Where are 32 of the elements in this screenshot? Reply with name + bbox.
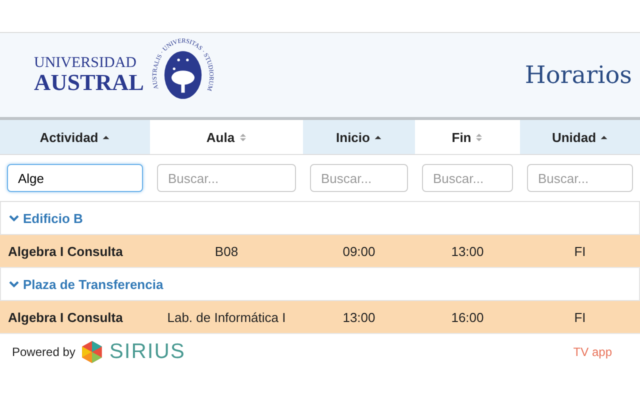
table-cell: Lab. de Informática I — [167, 310, 286, 324]
column-header[interactable]: Unidad — [520, 120, 640, 154]
table-cell: B08 — [214, 244, 238, 258]
table-cell: Algebra I Consulta — [8, 310, 123, 324]
table-row[interactable]: Algebra I Consulta B08 09:00 13:00 FI — [0, 235, 640, 268]
logo-text: UNIVERSIDAD — [34, 56, 138, 71]
search-field[interactable]: Buscar... — [527, 164, 633, 192]
column-header[interactable]: Inicio — [303, 120, 415, 154]
search-field[interactable]: Buscar... — [422, 164, 513, 192]
brand-name: SIRIUS — [109, 340, 186, 364]
sort-icon — [238, 132, 247, 142]
table-cell: 13:00 — [451, 244, 484, 258]
sirius-logo-icon — [81, 341, 104, 363]
table-cell: 09:00 — [342, 244, 376, 258]
search-field[interactable]: Alge — [7, 164, 143, 192]
table-row[interactable]: Algebra I Consulta Lab. de Informática I 13:00 16:00 FI — [0, 301, 640, 334]
page-title: Horarios — [524, 61, 632, 89]
chevron-down-icon — [9, 213, 19, 223]
group-name: Edificio B — [23, 210, 83, 226]
search-field[interactable]: Buscar... — [310, 164, 408, 192]
table-cell: 16:00 — [451, 310, 484, 324]
search-field[interactable]: Buscar... — [157, 164, 296, 192]
logo-text: AUSTRAL — [34, 71, 144, 94]
group-name: Plaza de Transferencia — [23, 276, 164, 292]
powered-by-text: Powered by — [12, 345, 76, 359]
table-cell: FI — [574, 310, 586, 324]
chevron-down-icon — [9, 279, 19, 289]
table-cell: FI — [574, 244, 586, 258]
column-header[interactable]: Actividad — [0, 120, 150, 154]
sort-icon — [475, 132, 484, 142]
table-cell: Algebra I Consulta — [8, 244, 123, 258]
table-cell: 13:00 — [342, 310, 376, 324]
